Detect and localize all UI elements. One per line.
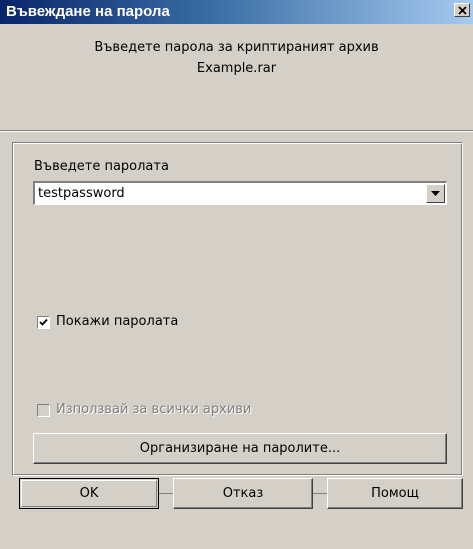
show-password-checkbox[interactable] [37, 316, 50, 329]
password-combobox[interactable] [33, 181, 447, 205]
help-button[interactable]: Помощ [327, 478, 463, 509]
password-history-dropdown-button[interactable] [426, 184, 445, 203]
window-title: Въвеждане на парола [6, 3, 170, 20]
archive-name: Example.rar [196, 61, 277, 76]
cancel-button[interactable]: Отказ [173, 478, 313, 509]
use-for-all-archives-checkbox [37, 404, 50, 417]
close-button[interactable] [454, 3, 470, 17]
button-divider-line [159, 493, 173, 494]
show-password-label[interactable]: Покажи паролата [56, 314, 178, 329]
prompt-text: Въведете парола за криптираният архив [94, 40, 379, 55]
password-label: Въведете паролата [34, 159, 169, 174]
password-input[interactable] [35, 183, 423, 204]
close-icon [458, 6, 467, 15]
organize-passwords-button[interactable]: Организиране на паролите... [33, 433, 447, 464]
title-bar[interactable]: Въвеждане на парола [0, 0, 473, 24]
password-dialog: Въвеждане на парола Въведете парола за к… [0, 0, 473, 549]
checkmark-icon [39, 318, 48, 326]
chevron-down-icon [431, 191, 440, 196]
header-separator [0, 130, 473, 132]
use-for-all-archives-label: Използвай за всички архиви [56, 402, 252, 417]
button-divider-line [313, 493, 327, 494]
ok-button[interactable]: OK [19, 478, 159, 509]
